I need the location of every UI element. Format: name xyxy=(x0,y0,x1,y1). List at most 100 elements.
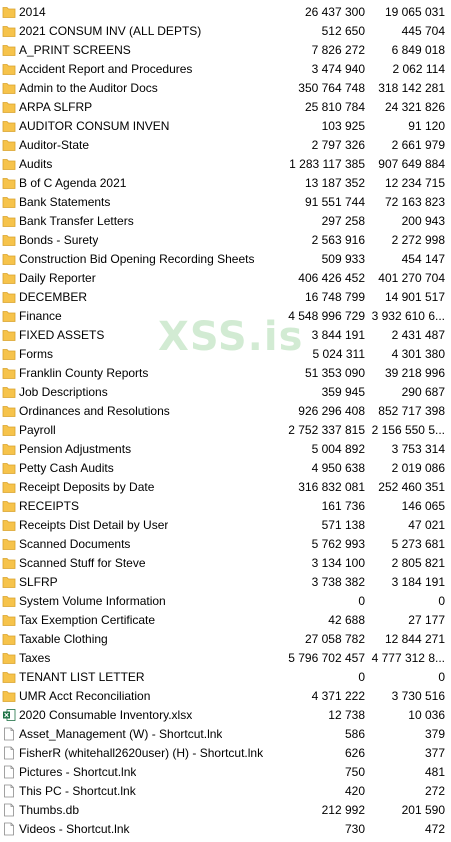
file-row[interactable]: 2020 Consumable Inventory.xlsx 12 738 10 0… xyxy=(0,706,451,725)
folder-row[interactable]: System Volume Information 0 0 xyxy=(0,592,451,611)
item-size: 4 950 638 xyxy=(311,461,365,475)
folder-row[interactable]: Scanned Documents 5 762 993 5 273 681 xyxy=(0,535,451,554)
item-size: 7 826 272 xyxy=(311,43,365,57)
item-size: 161 736 xyxy=(321,499,365,513)
item-size: 27 058 782 xyxy=(304,632,365,646)
folder-row[interactable]: Job Descriptions 359 945 290 687 xyxy=(0,383,451,402)
folder-row[interactable]: Bonds - Surety 2 563 916 2 272 998 xyxy=(0,231,451,250)
folder-row[interactable]: Auditor-State 2 797 326 2 661 979 xyxy=(0,136,451,155)
folder-row[interactable]: Payroll 2 752 337 815 2 156 550 5... xyxy=(0,421,451,440)
item-size: 12 738 xyxy=(328,708,365,722)
folder-row[interactable]: FIXED ASSETS 3 844 191 2 431 487 xyxy=(0,326,451,345)
item-size: 297 258 xyxy=(321,214,365,228)
item-name: Ordinances and Resolutions xyxy=(19,404,170,418)
folder-row[interactable]: Daily Reporter 406 426 452 401 270 704 xyxy=(0,269,451,288)
folder-row[interactable]: Pension Adjustments 5 004 892 3 753 314 xyxy=(0,440,451,459)
folder-icon xyxy=(2,689,16,703)
item-size: 350 764 748 xyxy=(298,81,365,95)
item-compressed-size: 200 943 xyxy=(401,214,445,228)
folder-row[interactable]: B of C Agenda 2021 13 187 352 12 234 715 xyxy=(0,174,451,193)
folder-row[interactable]: SLFRP 3 738 382 3 184 191 xyxy=(0,573,451,592)
folder-row[interactable]: Ordinances and Resolutions 926 296 408 852… xyxy=(0,402,451,421)
item-name: Bank Statements xyxy=(19,195,111,209)
file-row[interactable]: Asset_Management (W) - Shortcut.lnk 586 37… xyxy=(0,725,451,744)
folder-row[interactable]: Taxable Clothing 27 058 782 12 844 271 xyxy=(0,630,451,649)
folder-row[interactable]: Accident Report and Procedures 3 474 940 2… xyxy=(0,60,451,79)
item-size: 926 296 408 xyxy=(298,404,365,418)
folder-row[interactable]: Taxes 5 796 702 457 4 777 312 8... xyxy=(0,649,451,668)
folder-row[interactable]: Construction Bid Opening Recording Sheet… xyxy=(0,250,451,269)
folder-icon xyxy=(2,252,16,266)
folder-row[interactable]: Admin to the Auditor Docs 350 764 748 318 … xyxy=(0,79,451,98)
folder-icon xyxy=(2,24,16,38)
folder-row[interactable]: Audits 1 283 117 385 907 649 884 xyxy=(0,155,451,174)
file-row[interactable]: FisherR (whitehall2620user) (H) - Shortc… xyxy=(0,744,451,763)
item-compressed-size: 4 301 380 xyxy=(391,347,445,361)
file-row[interactable]: Pictures - Shortcut.lnk 750 481 xyxy=(0,763,451,782)
item-compressed-size: 445 704 xyxy=(401,24,445,38)
folder-row[interactable]: RECEIPTS 161 736 146 065 xyxy=(0,497,451,516)
item-compressed-size: 2 805 821 xyxy=(391,556,445,570)
folder-row[interactable]: Bank Statements 91 551 744 72 163 823 xyxy=(0,193,451,212)
item-name: Receipt Deposits by Date xyxy=(19,480,155,494)
item-name: Payroll xyxy=(19,423,56,437)
item-name: Construction Bid Opening Recording Sheet… xyxy=(19,252,255,266)
item-size: 4 548 996 729 xyxy=(288,309,365,323)
item-name: Accident Report and Procedures xyxy=(19,62,193,76)
file-row[interactable]: Videos - Shortcut.lnk 730 472 xyxy=(0,820,451,839)
file-row[interactable]: Thumbs.db 212 992 201 590 xyxy=(0,801,451,820)
folder-icon xyxy=(2,594,16,608)
item-compressed-size: 4 777 312 8... xyxy=(371,651,445,665)
file-row[interactable]: This PC - Shortcut.lnk 420 272 xyxy=(0,782,451,801)
folder-icon xyxy=(2,62,16,76)
item-name: B of C Agenda 2021 xyxy=(19,176,127,190)
item-size: 13 187 352 xyxy=(304,176,365,190)
folder-row[interactable]: ARPA SLFRP 25 810 784 24 321 826 xyxy=(0,98,451,117)
item-compressed-size: 472 xyxy=(424,822,445,836)
folder-row[interactable]: 2021 CONSUM INV (ALL DEPTS) 512 650 445 70… xyxy=(0,22,451,41)
folder-row[interactable]: TENANT LIST LETTER 0 0 xyxy=(0,668,451,687)
folder-row[interactable]: Receipts Dist Detail by User 571 138 47 02… xyxy=(0,516,451,535)
item-size: 571 138 xyxy=(321,518,365,532)
item-name: 2021 CONSUM INV (ALL DEPTS) xyxy=(19,24,202,38)
item-compressed-size: 201 590 xyxy=(401,803,445,817)
item-size: 1 283 117 385 xyxy=(289,157,365,171)
item-size: 3 134 100 xyxy=(311,556,365,570)
item-name: Receipts Dist Detail by User xyxy=(19,518,169,532)
folder-row[interactable]: A_PRINT SCREENS 7 826 272 6 849 018 xyxy=(0,41,451,60)
item-compressed-size: 3 753 314 xyxy=(391,442,445,456)
file-icon xyxy=(2,727,16,741)
folder-icon xyxy=(2,214,16,228)
item-compressed-size: 27 177 xyxy=(408,613,445,627)
item-compressed-size: 72 163 823 xyxy=(384,195,445,209)
item-size: 626 xyxy=(344,746,365,760)
folder-row[interactable]: Franklin County Reports 51 353 090 39 218 … xyxy=(0,364,451,383)
folder-row[interactable]: Finance 4 548 996 729 3 932 610 6... xyxy=(0,307,451,326)
file-icon xyxy=(2,746,16,760)
folder-icon xyxy=(2,385,16,399)
folder-icon xyxy=(2,632,16,646)
item-compressed-size: 852 717 398 xyxy=(378,404,445,418)
item-name: Franklin County Reports xyxy=(19,366,149,380)
item-name: System Volume Information xyxy=(19,594,166,608)
item-compressed-size: 0 xyxy=(438,670,445,684)
folder-row[interactable]: UMR Acct Reconciliation 4 371 222 3 730 51… xyxy=(0,687,451,706)
item-compressed-size: 252 460 351 xyxy=(378,480,445,494)
folder-row[interactable]: Bank Transfer Letters 297 258 200 943 xyxy=(0,212,451,231)
folder-icon xyxy=(2,157,16,171)
item-name: Bonds - Surety xyxy=(19,233,99,247)
item-compressed-size: 39 218 996 xyxy=(384,366,445,380)
folder-row[interactable]: 2014 26 437 300 19 065 031 xyxy=(0,3,451,22)
folder-icon xyxy=(2,499,16,513)
folder-row[interactable]: AUDITOR CONSUM INVEN 103 925 91 120 xyxy=(0,117,451,136)
item-name: UMR Acct Reconciliation xyxy=(19,689,151,703)
folder-row[interactable]: Petty Cash Audits 4 950 638 2 019 086 xyxy=(0,459,451,478)
item-name: 2014 xyxy=(19,5,46,19)
folder-row[interactable]: DECEMBER 16 748 799 14 901 517 xyxy=(0,288,451,307)
item-name: TENANT LIST LETTER xyxy=(19,670,145,684)
folder-icon xyxy=(2,5,16,19)
folder-row[interactable]: Tax Exemption Certificate 42 688 27 177 xyxy=(0,611,451,630)
folder-row[interactable]: Scanned Stuff for Steve 3 134 100 2 805 82… xyxy=(0,554,451,573)
folder-row[interactable]: Receipt Deposits by Date 316 832 081 252 4… xyxy=(0,478,451,497)
folder-row[interactable]: Forms 5 024 311 4 301 380 xyxy=(0,345,451,364)
